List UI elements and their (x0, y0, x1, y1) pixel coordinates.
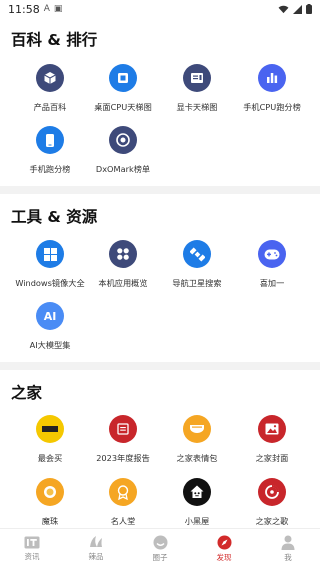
bar-chart-icon (258, 64, 286, 92)
cube-icon (36, 64, 64, 92)
discover-compass-icon (217, 535, 231, 549)
bottom-tab-bar: 资讯 辣品 圈子 发现 我 (0, 528, 320, 568)
tile-label: AI大模型集 (29, 340, 71, 350)
tile-label: 最会买 (37, 453, 63, 463)
circle-icon (153, 535, 167, 549)
tile-label: 显卡天梯图 (176, 102, 218, 112)
tile-label: 本机应用概览 (98, 278, 148, 288)
tile-mobile-cpu[interactable]: 手机CPU跑分榜 (232, 64, 312, 126)
tile-desktop-cpu[interactable]: 桌面CPU天梯图 (83, 64, 163, 126)
section-title-tools-resources: 工具 & 资源 (11, 208, 98, 226)
tab-circle[interactable]: 圈子 (128, 529, 192, 568)
lapin-icon (90, 536, 102, 547)
section-title-wiki-ranking: 百科 & 排行 (11, 31, 98, 49)
tile-label: 之家封面 (255, 453, 289, 463)
ai-icon: AI (36, 302, 64, 330)
it-news-icon (24, 536, 40, 548)
tab-me[interactable]: 我 (256, 529, 320, 568)
tile-free-games[interactable]: 喜加一 (232, 240, 312, 302)
tile-gpu-ranking[interactable]: 显卡天梯图 (157, 64, 237, 126)
satellite-icon (183, 240, 211, 268)
section-divider (0, 362, 320, 370)
tile-label: 之家表情包 (176, 453, 218, 463)
tile-annual-report[interactable]: 2023年度报告 (83, 415, 163, 477)
phone-icon (36, 126, 64, 154)
tile-dxomark[interactable]: DxOMark榜单 (83, 126, 163, 188)
tab-label: 圈子 (152, 552, 168, 562)
zuihuimai-logo-icon (36, 415, 64, 443)
tile-ai-models[interactable]: AI AI大模型集 (10, 302, 90, 364)
tile-label: 名人堂 (110, 516, 136, 526)
status-time: 11:58 (8, 2, 40, 16)
tile-zuihuimai[interactable]: 最会买 (10, 415, 90, 477)
tile-product-wiki[interactable]: 产品百科 (10, 64, 90, 126)
tab-lapin[interactable]: 辣品 (64, 529, 128, 568)
tab-label: 辣品 (88, 552, 104, 561)
cellular-signal-icon (293, 4, 302, 14)
tile-label: 魔珠 (41, 516, 59, 526)
tile-phone-ranking[interactable]: 手机跑分榜 (10, 126, 90, 188)
camera-lens-icon (109, 126, 137, 154)
tile-stickers[interactable]: 之家表情包 (157, 415, 237, 477)
tile-label: 桌面CPU天梯图 (94, 102, 152, 112)
report-icon (109, 415, 137, 443)
tab-label: 我 (284, 552, 292, 562)
notification-box-icon: ▣ (53, 4, 63, 14)
apps-grid-icon (109, 240, 137, 268)
gpu-card-icon (183, 64, 211, 92)
black-house-icon (183, 478, 211, 506)
tile-label: 之家之歌 (255, 516, 289, 526)
tile-label: 手机跑分榜 (29, 164, 71, 174)
section-divider (0, 186, 320, 194)
tab-label: 资讯 (24, 551, 40, 561)
sticker-icon (183, 415, 211, 443)
tile-label: 产品百科 (33, 102, 67, 112)
gamepad-icon (258, 240, 286, 268)
tile-label: 2023年度报告 (96, 453, 150, 463)
tile-label: 小黑屋 (184, 516, 210, 526)
status-bar: 11:58 A ▣ (0, 0, 320, 18)
user-icon (281, 535, 295, 550)
cpu-chip-icon (109, 64, 137, 92)
medal-icon (109, 478, 137, 506)
notification-a-icon: A (43, 4, 50, 14)
tile-covers[interactable]: 之家封面 (232, 415, 312, 477)
tile-satellite-search[interactable]: 导航卫星搜索 (157, 240, 237, 302)
tile-label: DxOMark榜单 (95, 164, 151, 174)
wifi-icon (278, 5, 289, 13)
tile-windows-images[interactable]: Windows镜像大全 (10, 240, 90, 302)
picture-icon (258, 415, 286, 443)
windows-icon (36, 240, 64, 268)
tile-label: 喜加一 (259, 278, 285, 288)
tab-news[interactable]: 资讯 (0, 529, 64, 568)
tab-label: 发现 (216, 552, 232, 562)
battery-icon (306, 4, 312, 14)
tile-label: 手机CPU跑分榜 (243, 102, 301, 112)
section-title-zhijia: 之家 (11, 384, 43, 402)
tile-label: 导航卫星搜索 (172, 278, 222, 288)
tile-local-apps[interactable]: 本机应用概览 (83, 240, 163, 302)
music-disc-icon (258, 478, 286, 506)
tile-label: Windows镜像大全 (15, 278, 85, 288)
tab-discover[interactable]: 发现 (192, 529, 256, 568)
bead-icon (36, 478, 64, 506)
